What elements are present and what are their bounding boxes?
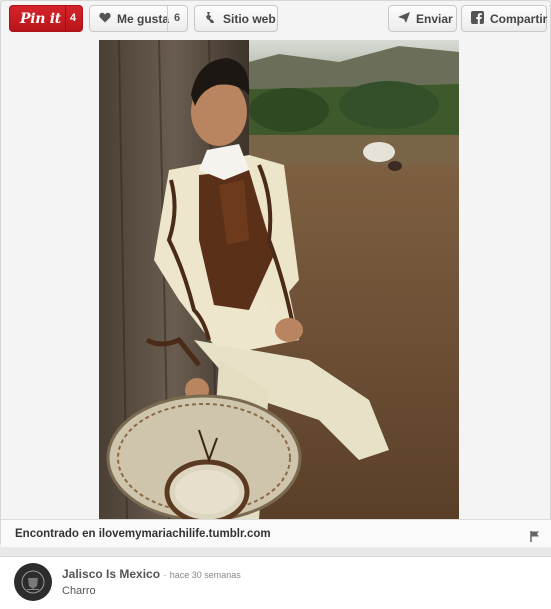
pin-it-button[interactable]: Pin it 4 bbox=[9, 5, 83, 32]
share-button[interactable]: Compartir bbox=[461, 5, 547, 32]
send-button[interactable]: Enviar bbox=[388, 5, 457, 32]
paper-plane-icon bbox=[398, 11, 410, 26]
crest-icon bbox=[21, 570, 45, 594]
flag-icon[interactable] bbox=[530, 529, 540, 547]
globe-icon bbox=[204, 11, 217, 27]
pin-photo bbox=[99, 40, 459, 519]
heart-icon bbox=[99, 12, 111, 26]
share-label: Compartir bbox=[490, 11, 548, 26]
source-bar: Encontrado en ilovemymariachilife.tumblr… bbox=[1, 519, 551, 547]
pinner-name[interactable]: Jalisco Is Mexico bbox=[62, 567, 160, 581]
source-link[interactable]: Encontrado en ilovemymariachilife.tumblr… bbox=[15, 528, 271, 540]
website-label: Sitio web bbox=[223, 11, 276, 26]
facebook-icon bbox=[471, 10, 484, 27]
like-divider bbox=[167, 6, 168, 31]
pin-count: 4 bbox=[70, 12, 77, 24]
avatar[interactable] bbox=[14, 563, 52, 601]
pin-card: Pin it 4 Me gusta 6 Sitio web Enviar Com… bbox=[0, 0, 551, 547]
pin-description: Charro bbox=[62, 585, 96, 597]
like-count: 6 bbox=[174, 12, 181, 24]
pin-it-label: Pin it bbox=[20, 10, 61, 27]
pin-image[interactable] bbox=[99, 40, 459, 519]
separator: · bbox=[163, 570, 167, 580]
like-button[interactable]: Me gusta 6 bbox=[89, 5, 188, 32]
pin-time: hace 30 semanas bbox=[169, 570, 241, 580]
pinner-info: Jalisco Is Mexico · hace 30 semanas Char… bbox=[0, 556, 551, 609]
action-toolbar: Pin it 4 Me gusta 6 Sitio web Enviar Com… bbox=[1, 1, 551, 37]
like-label: Me gusta bbox=[117, 11, 170, 26]
website-button[interactable]: Sitio web bbox=[194, 5, 278, 32]
pinner-line: Jalisco Is Mexico · hace 30 semanas bbox=[62, 567, 241, 581]
send-label: Enviar bbox=[416, 11, 453, 26]
pin-divider bbox=[65, 6, 66, 31]
